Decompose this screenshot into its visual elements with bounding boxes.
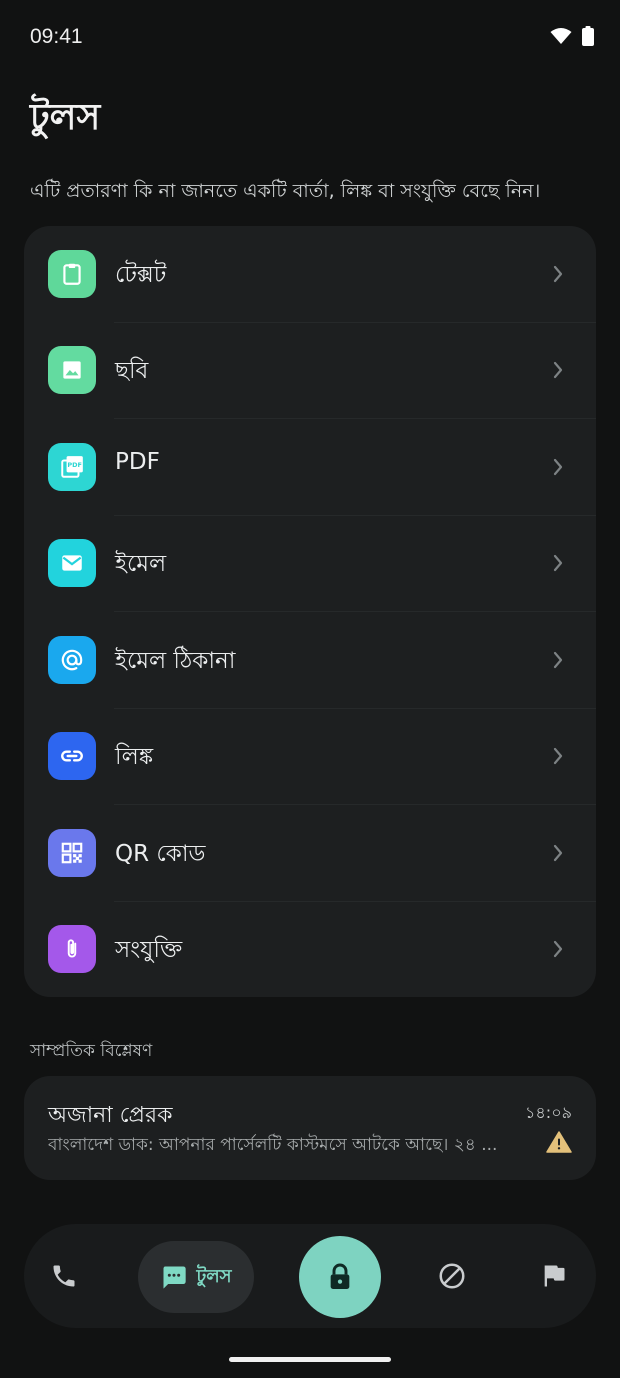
tool-item-qr-code[interactable]: QR কোড xyxy=(24,805,596,902)
status-bar: 09:41 xyxy=(0,0,620,76)
tool-item-email-address[interactable]: ইমেল ঠিকানা xyxy=(24,612,596,709)
nav-report-button[interactable] xyxy=(532,1254,576,1298)
chevron-right-icon xyxy=(553,265,563,283)
flag-icon xyxy=(544,1265,565,1287)
nav-phone-button[interactable] xyxy=(42,1254,86,1298)
tools-list: টেক্সট ছবি PDF PDF ইমেল ইমেল ঠিকানা লিঙ্… xyxy=(24,226,596,997)
chevron-right-icon xyxy=(553,651,563,669)
tool-label: ইমেল xyxy=(115,551,167,577)
block-icon xyxy=(439,1263,465,1289)
recent-section-label: সাম্প্রতিক বিশ্লেষণ xyxy=(30,1041,153,1061)
chevron-right-icon xyxy=(553,940,563,958)
warning-icon xyxy=(546,1131,572,1153)
chevron-right-icon xyxy=(553,747,563,765)
recent-sender: অজানা প্রেরক xyxy=(48,1103,173,1128)
tool-label: PDF xyxy=(115,449,160,475)
tool-item-text[interactable]: টেক্সট xyxy=(24,226,596,323)
tool-item-attachment[interactable]: সংযুক্তি xyxy=(24,901,596,997)
status-icons xyxy=(550,26,594,46)
tool-item-link[interactable]: লিঙ্ক xyxy=(24,708,596,805)
tool-label: QR কোড xyxy=(115,841,206,867)
paperclip-icon xyxy=(48,925,96,973)
nav-lock-button[interactable] xyxy=(299,1236,381,1318)
chevron-right-icon xyxy=(553,458,563,476)
chevron-right-icon xyxy=(553,361,563,379)
recent-analysis-item[interactable]: অজানা প্রেরক ১৪:০৯ বাংলাদেশ ডাক: আপনার প… xyxy=(24,1076,596,1180)
battery-icon xyxy=(582,26,594,46)
tool-label: টেক্সট xyxy=(115,262,167,288)
recent-preview: বাংলাদেশ ডাক: আপনার পার্সেলটি কাস্টমসে আ… xyxy=(48,1135,498,1155)
nav-tools-button[interactable]: টুলস xyxy=(138,1241,254,1313)
image-icon xyxy=(48,346,96,394)
link-icon xyxy=(48,732,96,780)
at-icon xyxy=(48,636,96,684)
tool-item-image[interactable]: ছবি xyxy=(24,322,596,419)
tool-item-pdf[interactable]: PDF PDF xyxy=(24,419,596,516)
phone-icon xyxy=(53,1265,75,1287)
page-subtitle: এটি প্রতারণা কি না জানতে একটি বার্তা, লি… xyxy=(30,180,541,202)
home-indicator[interactable] xyxy=(229,1357,391,1362)
clipboard-icon xyxy=(48,250,96,298)
tool-item-email[interactable]: ইমেল xyxy=(24,515,596,612)
nav-block-button[interactable] xyxy=(430,1254,474,1298)
recent-time: ১৪:০৯ xyxy=(525,1103,572,1122)
mail-icon xyxy=(48,539,96,587)
chevron-right-icon xyxy=(553,554,563,572)
tool-label: লিঙ্ক xyxy=(115,744,154,770)
message-icon xyxy=(163,1266,187,1289)
pdf-icon: PDF xyxy=(48,443,96,491)
tool-label: সংযুক্তি xyxy=(115,937,183,963)
svg-text:PDF: PDF xyxy=(67,461,82,469)
lock-icon xyxy=(330,1263,350,1289)
bottom-navigation: টুলস xyxy=(24,1224,596,1328)
qr-code-icon xyxy=(48,829,96,877)
chevron-right-icon xyxy=(553,844,563,862)
page-title: টুলস xyxy=(30,97,101,138)
status-time: 09:41 xyxy=(30,25,83,48)
nav-tools-label: টুলস xyxy=(196,1265,232,1287)
tool-label: ইমেল ঠিকানা xyxy=(115,648,236,674)
tool-label: ছবি xyxy=(115,358,149,384)
wifi-icon xyxy=(550,28,572,44)
